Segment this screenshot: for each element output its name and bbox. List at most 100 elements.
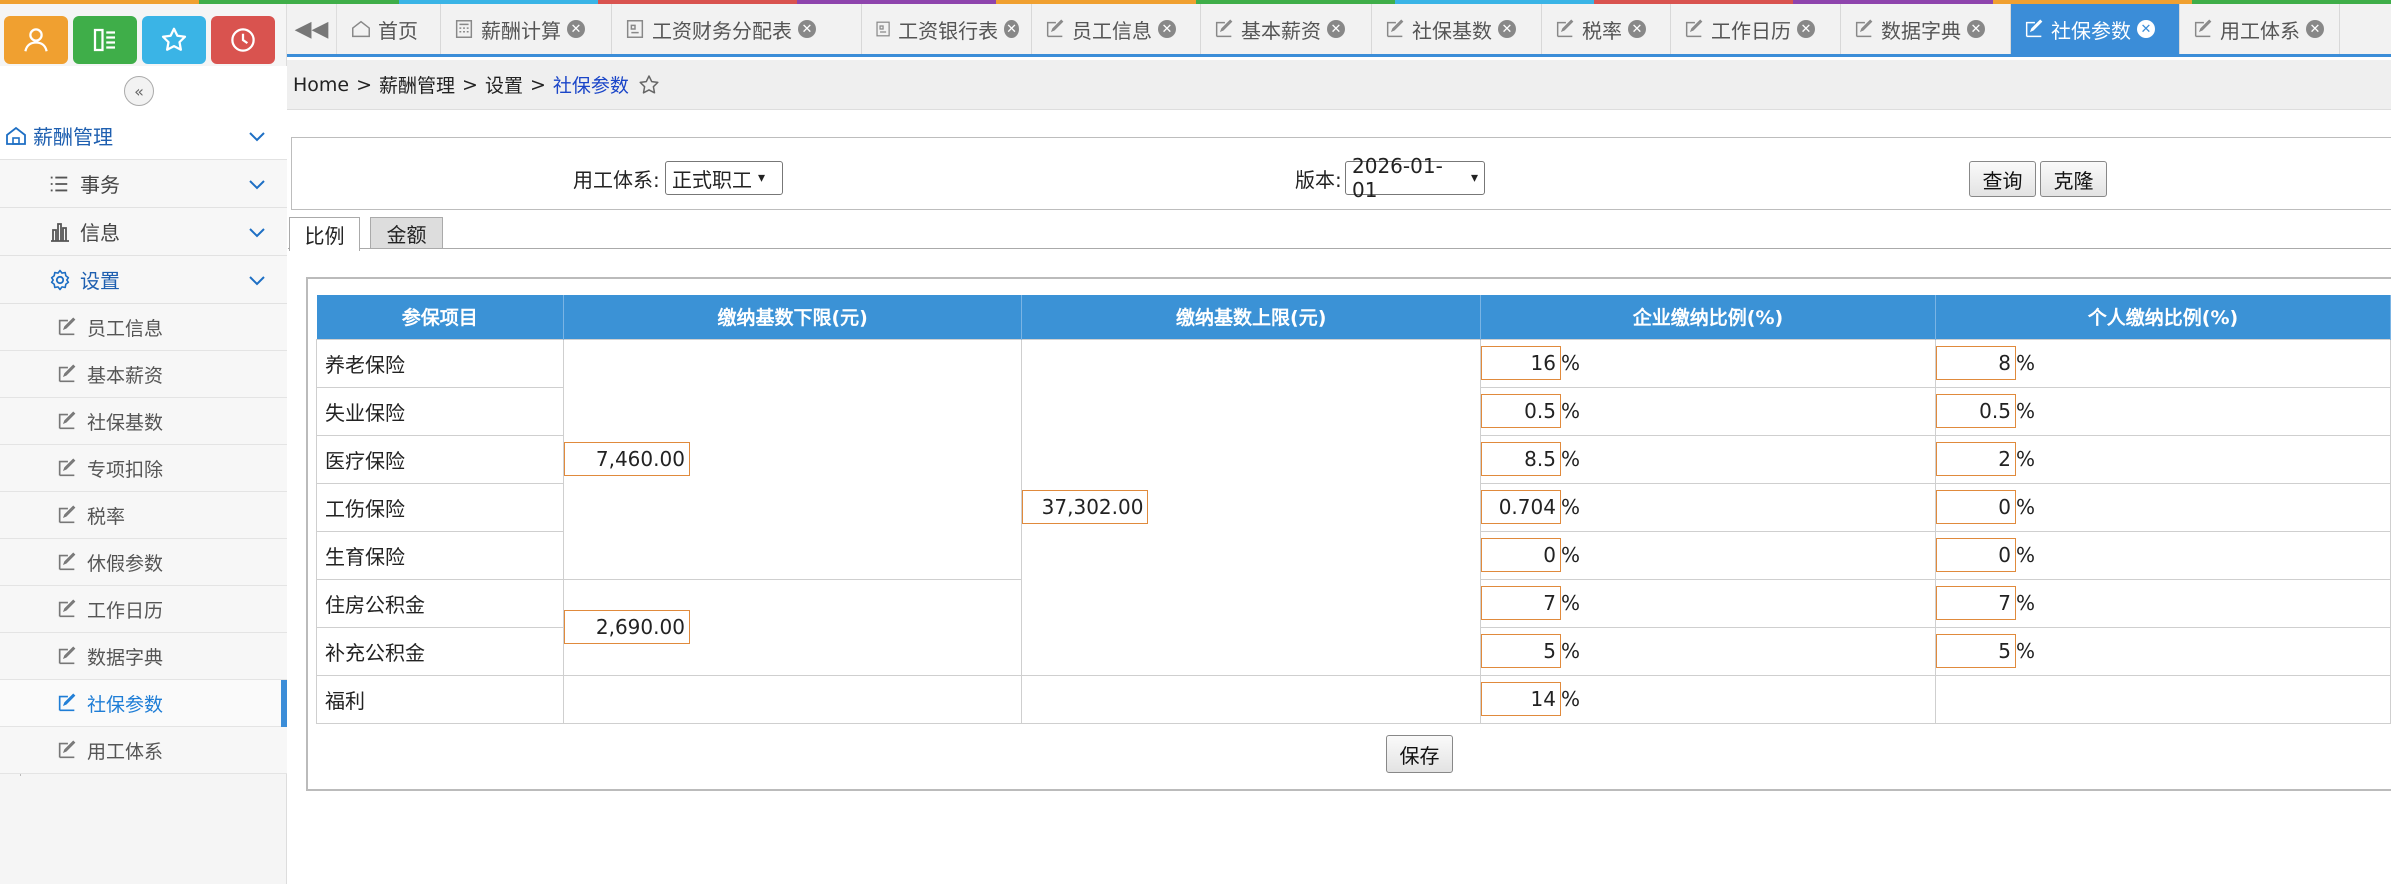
- report-icon: [876, 21, 890, 37]
- sidebar-item[interactable]: 员工信息: [0, 304, 287, 351]
- breadcrumb-level1[interactable]: 薪酬管理: [379, 71, 455, 98]
- close-icon[interactable]: ✕: [1004, 20, 1019, 38]
- company-ratio-input[interactable]: 0.704: [1480, 490, 1561, 524]
- sidebar-item[interactable]: 社保参数: [0, 680, 287, 727]
- edit-icon: [58, 646, 76, 665]
- sidebar-item[interactable]: 专项扣除: [0, 445, 287, 492]
- edit-icon: [2194, 19, 2212, 38]
- percent-sign: %: [1560, 351, 1580, 375]
- tab-label: 社保基数: [1412, 18, 1492, 43]
- tab-label: 员工信息: [1072, 18, 1152, 43]
- tab-5[interactable]: 基本薪资 ✕: [1201, 4, 1372, 54]
- percent-sign: %: [2015, 447, 2035, 471]
- tab-4[interactable]: 员工信息 ✕: [1032, 4, 1201, 54]
- sidebar-item-label: 专项扣除: [87, 458, 164, 481]
- sidebar-item[interactable]: 工作日历: [0, 586, 287, 633]
- collapse-sidebar-button[interactable]: «: [124, 76, 154, 106]
- lower-base-input[interactable]: 7,460.00: [563, 442, 690, 476]
- tab-6[interactable]: 社保基数 ✕: [1372, 4, 1542, 54]
- sidebar-item[interactable]: 社保基数: [0, 398, 287, 445]
- history-quick-button[interactable]: [211, 16, 275, 64]
- breadcrumb-home[interactable]: Home: [293, 74, 349, 96]
- edit-icon: [1215, 19, 1233, 38]
- tab-0[interactable]: 首页: [338, 4, 441, 54]
- personal-ratio-input[interactable]: 2: [1935, 442, 2016, 476]
- close-icon[interactable]: ✕: [1327, 20, 1345, 38]
- close-icon[interactable]: ✕: [1628, 20, 1646, 38]
- tab-7[interactable]: 税率 ✕: [1542, 4, 1671, 54]
- personal-ratio-input[interactable]: 8: [1935, 346, 2016, 380]
- company-ratio-input[interactable]: 0: [1480, 538, 1561, 572]
- favorite-star-icon[interactable]: [637, 73, 661, 97]
- item-name: 补充公积金: [316, 626, 564, 676]
- tab-8[interactable]: 工作日历 ✕: [1671, 4, 1841, 54]
- company-ratio-cell: 8.5%: [1479, 434, 1936, 484]
- sidebar-item[interactable]: 数据字典: [0, 633, 287, 680]
- company-ratio-input[interactable]: 5: [1480, 634, 1561, 668]
- sidebar-item[interactable]: 基本薪资: [0, 351, 287, 398]
- percent-sign: %: [2015, 351, 2035, 375]
- close-icon[interactable]: ✕: [1158, 20, 1176, 38]
- tab-1[interactable]: 薪酬计算 ✕: [441, 4, 612, 54]
- close-icon[interactable]: ✕: [567, 20, 585, 38]
- close-icon[interactable]: ✕: [798, 20, 816, 38]
- tab-amount[interactable]: 金额: [370, 217, 443, 249]
- home-icon: [6, 126, 26, 145]
- tab-3[interactable]: 工资银行表 ✕: [862, 4, 1032, 54]
- list-quick-button[interactable]: [73, 16, 137, 64]
- personal-ratio-input[interactable]: 0.5: [1935, 394, 2016, 428]
- tab-label: 社保参数: [2051, 18, 2131, 43]
- nav-section-settings[interactable]: 设置: [0, 256, 287, 304]
- tab-11[interactable]: 用工体系 ✕: [2180, 4, 2340, 54]
- lower-base-input[interactable]: 2,690.00: [563, 610, 690, 644]
- user-quick-button[interactable]: [4, 16, 68, 64]
- edit-icon: [1386, 19, 1404, 38]
- bar-chart-icon: [51, 223, 69, 242]
- upper-base-input[interactable]: 37,302.00: [1022, 490, 1149, 524]
- close-icon[interactable]: ✕: [1498, 20, 1516, 38]
- nav-group-salary[interactable]: 薪酬管理: [0, 112, 287, 160]
- personal-ratio-input[interactable]: 0: [1935, 490, 2016, 524]
- favorite-quick-button[interactable]: [142, 16, 206, 64]
- close-icon[interactable]: ✕: [1967, 20, 1985, 38]
- close-icon[interactable]: ✕: [2137, 20, 2155, 38]
- close-icon[interactable]: ✕: [2306, 20, 2324, 38]
- breadcrumb-level2[interactable]: 设置: [485, 71, 523, 98]
- sidebar-item[interactable]: 税率: [0, 492, 287, 539]
- query-button[interactable]: 查询: [1969, 161, 2036, 197]
- sidebar-item[interactable]: 用工体系: [0, 727, 287, 774]
- edit-icon: [58, 552, 76, 571]
- version-select[interactable]: 2026-01-01 ▾: [1345, 154, 1485, 202]
- company-ratio-input[interactable]: 14: [1480, 682, 1561, 716]
- close-icon[interactable]: ✕: [1797, 20, 1815, 38]
- company-ratio-input[interactable]: 0.5: [1480, 394, 1561, 428]
- nav-section-affairs[interactable]: 事务: [0, 160, 287, 208]
- chevron-down-icon: [249, 228, 265, 238]
- tab-ratio[interactable]: 比例: [289, 217, 360, 251]
- company-ratio-cell: 16%: [1479, 338, 1936, 388]
- tab-scroll-left-button[interactable]: ◀◀: [287, 4, 337, 54]
- user-icon: [24, 28, 48, 52]
- personal-ratio-cell: 5%: [1934, 626, 2391, 676]
- tab-2[interactable]: 工资财务分配表 ✕: [612, 4, 862, 54]
- tab-10[interactable]: 社保参数 ✕: [2011, 4, 2180, 54]
- nav-section-info[interactable]: 信息: [0, 208, 287, 256]
- personal-ratio-input[interactable]: 0: [1935, 538, 2016, 572]
- personal-ratio-input[interactable]: 5: [1935, 634, 2016, 668]
- sidebar-item-label: 社保基数: [87, 411, 164, 434]
- clone-button[interactable]: 克隆: [2040, 161, 2107, 197]
- table-row: 养老保险 7,460.00 37,302.00 16% 8%: [316, 338, 2391, 676]
- employment-system-select[interactable]: 正式职工 ▾: [665, 161, 783, 195]
- nav-section-label: 设置: [80, 269, 120, 293]
- sidebar-item[interactable]: 休假参数: [0, 539, 287, 586]
- clock-icon: [231, 28, 255, 52]
- company-ratio-input[interactable]: 8.5: [1480, 442, 1561, 476]
- item-name: 养老保险: [316, 338, 564, 388]
- lower-base-cell: 2,690.00: [562, 578, 1023, 676]
- personal-ratio-input[interactable]: 7: [1935, 586, 2016, 620]
- tab-9[interactable]: 数据字典 ✕: [1841, 4, 2011, 54]
- save-button[interactable]: 保存: [1386, 735, 1453, 773]
- company-ratio-input[interactable]: 16: [1480, 346, 1561, 380]
- sidebar-item-label: 休假参数: [87, 552, 164, 575]
- company-ratio-input[interactable]: 7: [1480, 586, 1561, 620]
